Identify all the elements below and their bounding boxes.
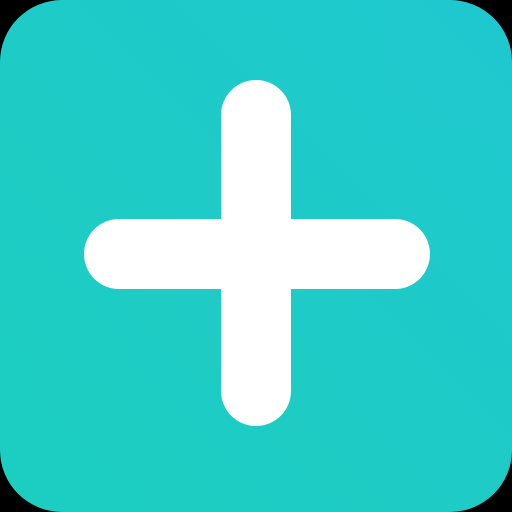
plus-icon (0, 0, 512, 512)
add-app-icon-button[interactable] (0, 0, 512, 512)
plus-icon-horizontal-bar (84, 219, 430, 289)
